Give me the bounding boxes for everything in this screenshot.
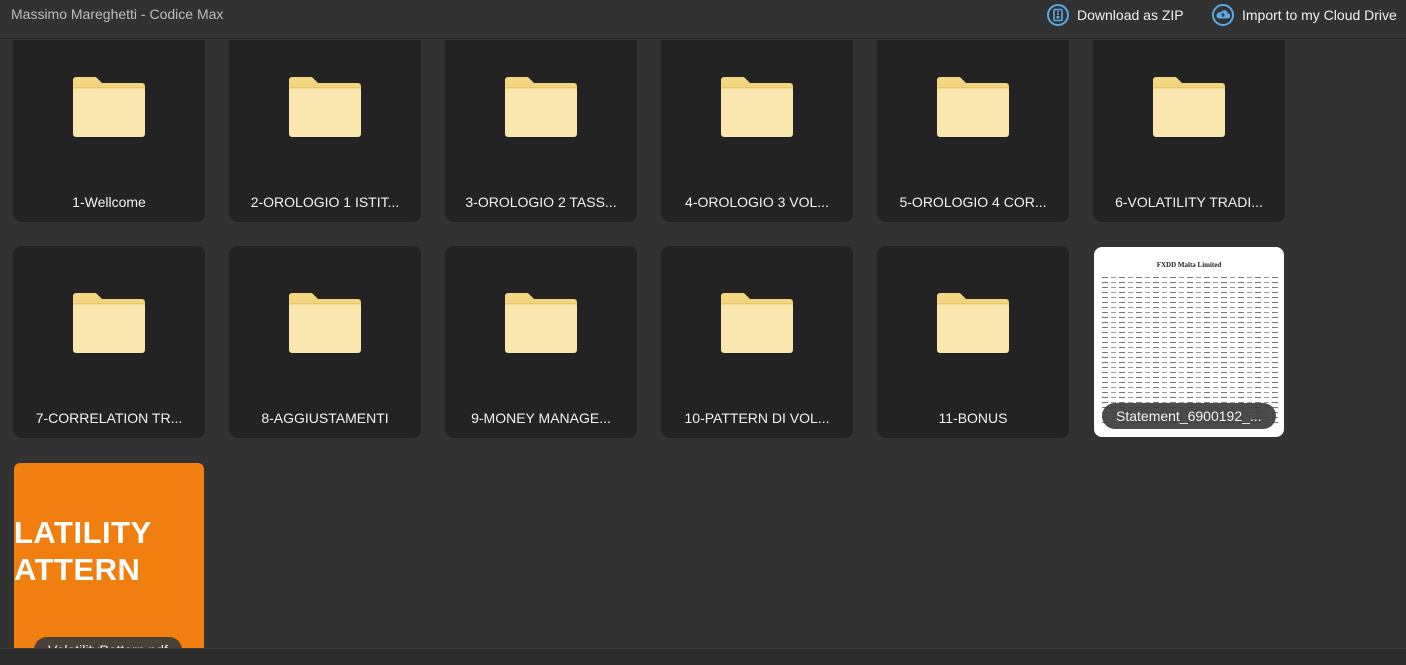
- pdf-thumbnail-line-1: LATILITY: [14, 515, 152, 550]
- folder-tile[interactable]: 10-PATTERN DI VOL...: [661, 246, 853, 438]
- bottom-bar: [0, 648, 1406, 665]
- folder-icon: [721, 293, 793, 353]
- share-title: Massimo Mareghetti - Codice Max: [11, 6, 224, 22]
- cloud-upload-icon: [1212, 4, 1234, 26]
- folder-label: 3-OROLOGIO 2 TASS...: [465, 194, 617, 210]
- folder-icon: [505, 77, 577, 137]
- pdf-file-label: VolatilityPattern.pdf: [34, 637, 182, 648]
- folder-tile[interactable]: 7-CORRELATION TR...: [13, 246, 205, 438]
- folder-icon: [721, 77, 793, 137]
- folder-tile[interactable]: 8-AGGIUSTAMENTI: [229, 246, 421, 438]
- folder-label: 4-OROLOGIO 3 VOL...: [685, 194, 829, 210]
- folder-icon: [505, 293, 577, 353]
- folder-icon: [1153, 77, 1225, 137]
- zip-download-icon: [1047, 4, 1069, 26]
- folder-label: 2-OROLOGIO 1 ISTIT...: [250, 194, 400, 210]
- folder-label: 11-BONUS: [938, 410, 1008, 426]
- statement-file-tile[interactable]: FXDD Malta Limited Statement_6900192_...: [1094, 247, 1284, 437]
- download-zip-button[interactable]: Download as ZIP: [1047, 4, 1184, 26]
- pdf-file-tile[interactable]: LATILITY ATTERN VolatilityPattern.pdf: [14, 463, 204, 648]
- statement-thumbnail-title: FXDD Malta Limited: [1156, 261, 1222, 269]
- folder-tile[interactable]: 3-OROLOGIO 2 TASS...: [445, 40, 637, 222]
- import-cloud-drive-button[interactable]: Import to my Cloud Drive: [1212, 4, 1397, 26]
- top-bar: Massimo Mareghetti - Codice Max Download…: [0, 0, 1406, 39]
- folder-label: 7-CORRELATION TR...: [35, 410, 183, 426]
- folder-icon: [73, 77, 145, 137]
- download-zip-label: Download as ZIP: [1077, 7, 1184, 23]
- folder-tile[interactable]: 9-MONEY MANAGE...: [445, 246, 637, 438]
- import-cloud-drive-label: Import to my Cloud Drive: [1242, 7, 1397, 23]
- folder-icon: [937, 77, 1009, 137]
- folder-tile[interactable]: 5-OROLOGIO 4 COR...: [877, 40, 1069, 222]
- folder-label: 10-PATTERN DI VOL...: [684, 410, 830, 426]
- folder-tile[interactable]: 11-BONUS: [877, 246, 1069, 438]
- file-grid: 1-Wellcome 2-OROLOGIO 1 ISTIT... 3-OROLO…: [0, 40, 1406, 648]
- folder-icon: [289, 77, 361, 137]
- pdf-thumbnail-line-2: ATTERN: [14, 552, 141, 587]
- folder-tile[interactable]: 6-VOLATILITY TRADI...: [1093, 40, 1285, 222]
- folder-tile[interactable]: 4-OROLOGIO 3 VOL...: [661, 40, 853, 222]
- folder-label: 6-VOLATILITY TRADI...: [1115, 194, 1263, 210]
- statement-file-label: Statement_6900192_...: [1102, 403, 1276, 429]
- folder-icon: [937, 293, 1009, 353]
- folder-label: 1-Wellcome: [72, 194, 146, 210]
- folder-label: 8-AGGIUSTAMENTI: [261, 410, 389, 426]
- folder-icon: [73, 293, 145, 353]
- folder-tile[interactable]: 2-OROLOGIO 1 ISTIT...: [229, 40, 421, 222]
- folder-tile[interactable]: 1-Wellcome: [13, 40, 205, 222]
- folder-icon: [289, 293, 361, 353]
- folder-label: 5-OROLOGIO 4 COR...: [899, 194, 1047, 210]
- folder-label: 9-MONEY MANAGE...: [471, 410, 611, 426]
